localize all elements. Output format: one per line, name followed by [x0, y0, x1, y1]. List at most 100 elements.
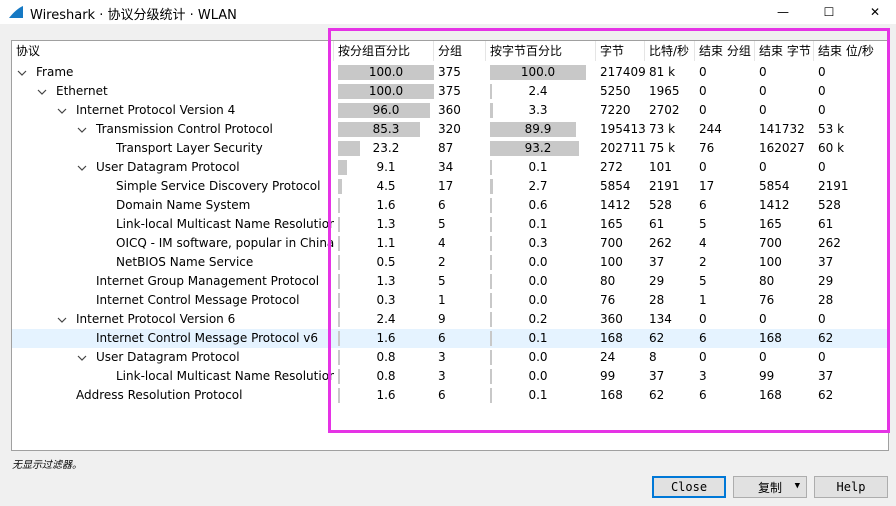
cell-end-bytes: 0	[759, 312, 767, 326]
tree-row[interactable]: Transport Layer Security 23.2 93.2 87 202711…	[12, 139, 888, 158]
byte-percent-value: 0.1	[528, 160, 548, 174]
packet-percent-bar-cell: 100.0	[334, 63, 434, 82]
cell-end-bits-per-sec: 53 k	[818, 122, 845, 136]
tree-row[interactable]: NetBIOS Name Service 0.5 0.0 2 100 37 2 100 37	[12, 253, 888, 272]
column-header-pkts[interactable]: 分组	[434, 41, 486, 61]
column-header-byte-pct[interactable]: 按字节百分比	[486, 41, 596, 61]
expand-chevron-icon[interactable]	[76, 348, 88, 367]
tree-row[interactable]: Simple Service Discovery Protocol 4.5 2.7 1…	[12, 177, 888, 196]
cell-bytes: 272	[600, 160, 623, 174]
cell-bytes: 168	[600, 331, 623, 345]
byte-percent-value: 0.6	[528, 198, 548, 212]
expand-chevron-icon[interactable]	[36, 82, 48, 101]
close-button[interactable]: Close	[652, 476, 726, 498]
cell-end-bytes: 0	[759, 160, 767, 174]
tree-row[interactable]: User Datagram Protocol 0.8 0.0 3 24 8 0 0 0	[12, 348, 888, 367]
expand-chevron-icon[interactable]	[56, 101, 68, 120]
column-header-end-pkts[interactable]: 结束 分组	[695, 41, 755, 61]
cell-end-bytes: 141732	[759, 122, 805, 136]
minimize-icon: —	[777, 5, 789, 19]
cell-bytes: 700	[600, 236, 623, 250]
byte-percent-value: 100.0	[520, 65, 556, 79]
packet-percent-value: 100.0	[368, 84, 404, 98]
tree-row[interactable]: Transmission Control Protocol 85.3 89.9 320…	[12, 120, 888, 139]
tree-row[interactable]: Domain Name System 1.6 0.6 6 1412 528 6 1412 528	[12, 196, 888, 215]
tree-row[interactable]: Address Resolution Protocol 1.6 0.1 6 168 62 6…	[12, 386, 888, 405]
packet-percent-value: 1.6	[376, 331, 396, 345]
cell-end-bits-per-sec: 0	[818, 312, 826, 326]
cell-end-bytes: 5854	[759, 179, 790, 193]
tree-row[interactable]: Internet Group Management Protocol 1.3 0.0…	[12, 272, 888, 291]
cell-bytes: 168	[600, 388, 623, 402]
byte-percent-bar-cell: 3.3	[486, 101, 586, 120]
cell-end-packets: 0	[699, 312, 707, 326]
protocol-hierarchy-tree[interactable]: 协议 按分组百分比 分组 按字节百分比 字节 比特/秒 结束 分组 结束 字节 …	[11, 40, 889, 451]
tree-row[interactable]: Link-local Multicast Name Resolution 1.3 0…	[12, 215, 888, 234]
expand-chevron-icon[interactable]	[16, 63, 28, 82]
cell-end-bits-per-sec: 62	[818, 388, 834, 402]
cell-bytes: 24	[600, 350, 616, 364]
tree-row[interactable]: Internet Control Message Protocol 0.3 0.0 1…	[12, 291, 888, 310]
protocol-name: Transport Layer Security	[116, 141, 263, 155]
close-icon: ✕	[869, 5, 881, 19]
byte-percent-bar-cell: 0.6	[486, 196, 586, 215]
cell-end-bits-per-sec: 528	[818, 198, 841, 212]
packet-percent-value: 0.8	[376, 369, 396, 383]
byte-percent-value: 0.0	[528, 293, 548, 307]
expand-chevron-icon[interactable]	[76, 120, 88, 139]
cell-packets: 4	[438, 236, 446, 250]
maximize-icon: ☐	[823, 5, 835, 19]
tree-row[interactable]: User Datagram Protocol 9.1 0.1 34 272 101 0 0 0	[12, 158, 888, 177]
tree-row[interactable]: Ethernet 100.0 2.4 375 5250 1965 0 0 0	[12, 82, 888, 101]
cell-bits-per-sec: 62	[649, 388, 665, 402]
cell-end-bits-per-sec: 2191	[818, 179, 849, 193]
byte-percent-bar-cell: 0.0	[486, 348, 586, 367]
tree-row[interactable]: Link-local Multicast Name Resolution 0.8 0…	[12, 367, 888, 386]
cell-end-bytes: 700	[759, 236, 782, 250]
cell-end-packets: 0	[699, 103, 707, 117]
tree-row[interactable]: Internet Protocol Version 6 2.4 0.2 9 360 134…	[12, 310, 888, 329]
protocol-name: Link-local Multicast Name Resolution	[116, 217, 334, 231]
cell-packets: 5	[438, 274, 446, 288]
protocol-name: Ethernet	[56, 84, 108, 98]
packet-percent-bar-cell: 0.8	[334, 367, 434, 386]
cell-packets: 360	[438, 103, 461, 117]
protocol-name: Internet Control Message Protocol	[96, 293, 300, 307]
packet-percent-bar-cell: 0.5	[334, 253, 434, 272]
column-header-protocol[interactable]: 协议	[12, 41, 334, 61]
cell-end-packets: 6	[699, 198, 707, 212]
cell-end-packets: 2	[699, 255, 707, 269]
packet-percent-value: 0.3	[376, 293, 396, 307]
cell-packets: 6	[438, 198, 446, 212]
cell-bytes: 202711	[600, 141, 645, 155]
cell-packets: 6	[438, 331, 446, 345]
column-header-end-bytes[interactable]: 结束 字节	[755, 41, 814, 61]
cell-bits-per-sec: 8	[649, 350, 657, 364]
column-header-bytes[interactable]: 字节	[596, 41, 645, 61]
tree-row[interactable]: Internet Control Message Protocol v6 1.6 0…	[12, 329, 888, 348]
copy-button[interactable]: 复制 ▼	[733, 476, 807, 498]
column-header-end-bps[interactable]: 结束 位/秒	[814, 41, 888, 61]
maximize-button[interactable]: ☐	[806, 0, 852, 24]
packet-percent-value: 1.6	[376, 198, 396, 212]
cell-bytes: 195413	[600, 122, 645, 136]
byte-percent-bar-cell: 0.1	[486, 215, 586, 234]
column-header-bps[interactable]: 比特/秒	[645, 41, 695, 61]
cell-packets: 320	[438, 122, 461, 136]
byte-percent-value: 0.1	[528, 331, 548, 345]
help-button[interactable]: Help	[814, 476, 888, 498]
wireshark-fin-icon	[9, 6, 23, 18]
expand-chevron-icon[interactable]	[56, 310, 68, 329]
byte-percent-value: 0.0	[528, 350, 548, 364]
cell-end-bits-per-sec: 37	[818, 255, 834, 269]
packet-percent-value: 0.8	[376, 350, 396, 364]
cell-bytes: 5854	[600, 179, 631, 193]
tree-row[interactable]: Frame 100.0 100.0 375 217409 81 k 0 0 0	[12, 63, 888, 82]
tree-row[interactable]: Internet Protocol Version 4 96.0 3.3 360 722…	[12, 101, 888, 120]
close-window-button[interactable]: ✕	[852, 0, 896, 24]
expand-chevron-icon[interactable]	[76, 158, 88, 177]
minimize-button[interactable]: —	[760, 0, 806, 24]
packet-percent-value: 1.3	[376, 274, 396, 288]
tree-row[interactable]: OICQ - IM software, popular in China 1.1 0…	[12, 234, 888, 253]
cell-bits-per-sec: 101	[649, 160, 672, 174]
